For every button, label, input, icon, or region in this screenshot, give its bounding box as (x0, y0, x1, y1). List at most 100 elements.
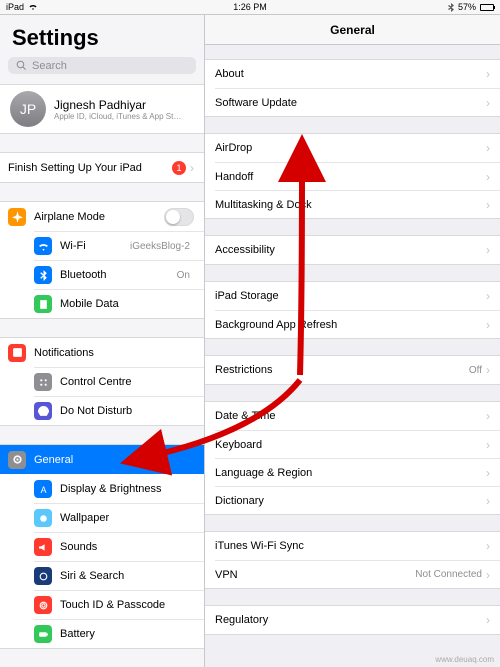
detail-row-vpn[interactable]: VPNNot Connected› (215, 560, 500, 588)
status-bar: iPad 1:26 PM 57% (0, 0, 500, 14)
row-value: iGeeksBlog-2 (130, 241, 190, 252)
detail-row-label: Restrictions (215, 364, 469, 376)
notification-badge: 1 (172, 161, 186, 175)
sidebar-item-label: Mobile Data (60, 298, 194, 310)
detail-row-accessibility[interactable]: Accessibility› (205, 236, 500, 264)
detail-row-label: Keyboard (215, 439, 486, 451)
chevron-right-icon: › (486, 318, 490, 332)
airplane-icon (8, 208, 26, 226)
sidebar-item-label: Touch ID & Passcode (60, 599, 194, 611)
detail-row-date-time[interactable]: Date & Time› (205, 402, 500, 430)
sidebar-item-label: Sounds (60, 541, 194, 553)
sidebar-item-label: Notifications (34, 347, 194, 359)
detail-row-label: Date & Time (215, 410, 486, 422)
watermark: www.deuaq.com (435, 655, 494, 664)
sidebar-item-siri-search[interactable]: Siri & Search (34, 561, 204, 590)
detail-row-airdrop[interactable]: AirDrop› (205, 134, 500, 162)
wallpaper-icon (34, 509, 52, 527)
sidebar-item-display-brightness[interactable]: A Display & Brightness (34, 474, 204, 503)
display-icon: A (34, 480, 52, 498)
detail-row-itunes-wi-fi-sync[interactable]: iTunes Wi-Fi Sync› (205, 532, 500, 560)
chevron-right-icon: › (486, 494, 490, 508)
search-input[interactable]: Search (8, 57, 196, 74)
bluetooth-icon (34, 266, 52, 284)
sidebar-item-wallpaper[interactable]: Wallpaper (34, 503, 204, 532)
detail-row-label: Software Update (215, 97, 486, 109)
apple-id-row[interactable]: JP Jignesh Padhiyar Apple ID, iCloud, iT… (0, 85, 204, 133)
sidebar-item-battery[interactable]: Battery (34, 619, 204, 648)
sidebar-item-label: Display & Brightness (60, 483, 194, 495)
chevron-right-icon: › (486, 613, 490, 627)
siri-icon (34, 567, 52, 585)
finish-setup-row[interactable]: Finish Setting Up Your iPad 1 › (0, 153, 204, 182)
sidebar-item-label: Wallpaper (60, 512, 194, 524)
carrier-label: iPad (6, 2, 24, 12)
chevron-right-icon: › (486, 96, 490, 110)
sidebar-item-label: Wi-Fi (60, 240, 130, 252)
notif-icon (8, 344, 26, 362)
sidebar-item-wi-fi[interactable]: Wi-FiiGeeksBlog-2 (34, 231, 204, 260)
sidebar-item-label: Airplane Mode (34, 211, 164, 223)
search-icon (16, 60, 27, 71)
chevron-right-icon: › (486, 568, 490, 582)
chevron-right-icon: › (190, 161, 194, 175)
detail-row-handoff[interactable]: Handoff› (215, 162, 500, 190)
battery-icon (34, 625, 52, 643)
detail-row-restrictions[interactable]: RestrictionsOff› (205, 356, 500, 384)
detail-row-label: Background App Refresh (215, 319, 486, 331)
detail-row-label: Accessibility (215, 244, 486, 256)
detail-row-keyboard[interactable]: Keyboard› (215, 430, 500, 458)
chevron-right-icon: › (486, 67, 490, 81)
detail-title: General (205, 15, 500, 45)
detail-row-about[interactable]: About› (205, 60, 500, 88)
detail-row-software-update[interactable]: Software Update› (215, 88, 500, 116)
sidebar-item-label: Battery (60, 628, 194, 640)
sidebar-item-label: Control Centre (60, 376, 194, 388)
toggle-switch[interactable] (164, 208, 194, 226)
chevron-right-icon: › (486, 243, 490, 257)
touchid-icon (34, 596, 52, 614)
sounds-icon (34, 538, 52, 556)
sidebar-item-bluetooth[interactable]: BluetoothOn (34, 260, 204, 289)
search-placeholder: Search (32, 60, 67, 72)
sidebar-item-label: Siri & Search (60, 570, 194, 582)
detail-row-ipad-storage[interactable]: iPad Storage› (205, 282, 500, 310)
detail-row-multitasking-dock[interactable]: Multitasking & Dock› (215, 190, 500, 218)
bluetooth-status-icon (448, 3, 454, 12)
detail-row-background-app-refresh[interactable]: Background App Refresh› (215, 310, 500, 338)
detail-row-value: Off (469, 365, 482, 376)
battery-percent: 57% (458, 2, 476, 12)
chevron-right-icon: › (486, 466, 490, 480)
sidebar-item-general[interactable]: General (0, 445, 204, 474)
detail-row-language-region[interactable]: Language & Region› (215, 458, 500, 486)
dnd-icon (34, 402, 52, 420)
sidebar-item-sounds[interactable]: Sounds (34, 532, 204, 561)
chevron-right-icon: › (486, 409, 490, 423)
control-icon (34, 373, 52, 391)
detail-pane: General About›Software Update›AirDrop›Ha… (205, 15, 500, 667)
chevron-right-icon: › (486, 141, 490, 155)
page-title: Settings (0, 15, 204, 57)
wifi-status-icon (28, 3, 38, 11)
chevron-right-icon: › (486, 438, 490, 452)
detail-row-label: Language & Region (215, 467, 486, 479)
general-icon (8, 451, 26, 469)
detail-row-dictionary[interactable]: Dictionary› (215, 486, 500, 514)
sidebar-item-do-not-disturb[interactable]: Do Not Disturb (34, 396, 204, 425)
sidebar-item-label: Do Not Disturb (60, 405, 194, 417)
detail-row-label: VPN (215, 569, 415, 581)
chevron-right-icon: › (486, 289, 490, 303)
sidebar-item-label: Bluetooth (60, 269, 177, 281)
avatar: JP (10, 91, 46, 127)
sidebar-item-touch-id-passcode[interactable]: Touch ID & Passcode (34, 590, 204, 619)
chevron-right-icon: › (486, 539, 490, 553)
sidebar-item-control-centre[interactable]: Control Centre (34, 367, 204, 396)
settings-sidebar: Settings Search JP Jignesh Padhiyar Appl… (0, 15, 205, 667)
detail-row-regulatory[interactable]: Regulatory› (205, 606, 500, 634)
sidebar-item-airplane-mode[interactable]: Airplane Mode (0, 202, 204, 231)
profile-name: Jignesh Padhiyar (54, 98, 181, 112)
detail-row-label: AirDrop (215, 142, 486, 154)
detail-row-label: iPad Storage (215, 290, 486, 302)
sidebar-item-notifications[interactable]: Notifications (0, 338, 204, 367)
sidebar-item-mobile-data[interactable]: Mobile Data (34, 289, 204, 318)
